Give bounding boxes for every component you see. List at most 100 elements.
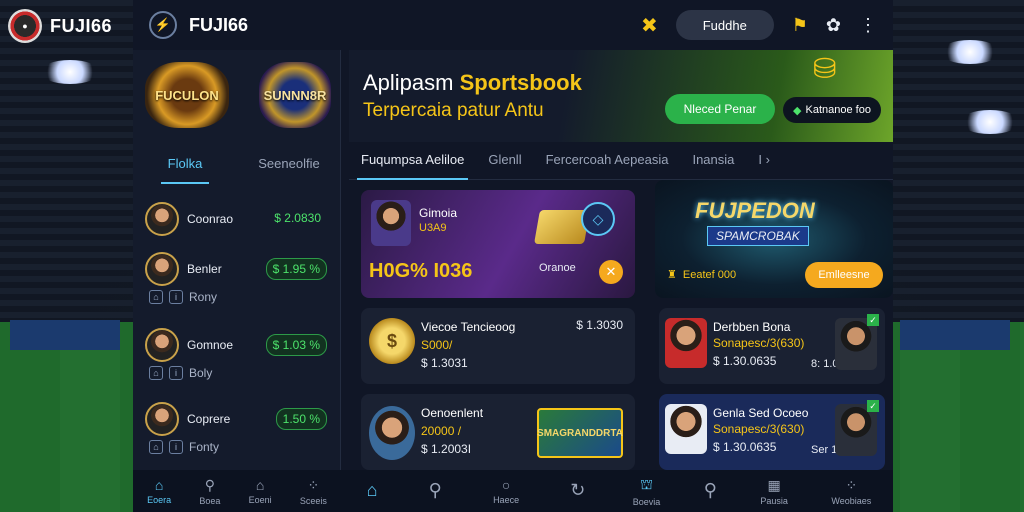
outer-brand: ● FUJI66 bbox=[8, 8, 133, 44]
bettor-row[interactable]: Coprere 1.50 % ⌂ i Fonty bbox=[143, 400, 333, 468]
grid-icon: ⁘ bbox=[307, 476, 320, 493]
nav-item[interactable]: ↻ bbox=[570, 480, 585, 503]
odds-card[interactable]: Genla Sed Ocoeo Sonapesc/3(630) $ 1.30.0… bbox=[659, 394, 885, 470]
tab-left-1[interactable]: Seeneolfie bbox=[237, 146, 341, 186]
nav-item[interactable]: ⚲ bbox=[704, 480, 717, 503]
bottom-nav: ⌂ Eoera ⚲ Boea ⌂ Eoeni ⁘ Sceeis ⌂ ⚲ ○ Haece ↻… bbox=[133, 470, 893, 512]
avatar bbox=[145, 328, 179, 362]
flag-icon[interactable]: ⚑ bbox=[792, 15, 808, 36]
feature-card[interactable]: FUJPEDON SPAMCROBAK ♜ Eeatef 000 Emllees… bbox=[655, 180, 893, 298]
bet-sub: $ 1.3031 bbox=[421, 356, 468, 370]
hero-secondary-button[interactable]: ◆ Katnanoe foo bbox=[783, 97, 881, 123]
nav-item[interactable]: ⛫ Boevia bbox=[633, 476, 661, 507]
bettor-sub: ⌂ i Boly bbox=[149, 366, 212, 380]
more-icon[interactable]: ⋮ bbox=[859, 15, 877, 36]
bet-odds: 20000 / bbox=[421, 424, 462, 438]
promo-card[interactable]: Gimoia U3A9 H0G% I036 ◇ Oranoe ✕ bbox=[361, 190, 635, 298]
bettor-sub: ⌂ i Fonty bbox=[149, 440, 219, 454]
leaf-icon: ◆ bbox=[793, 104, 802, 117]
home-icon: ⌂ bbox=[366, 479, 378, 500]
bet-amount: $ 1.3030 bbox=[576, 318, 623, 332]
bottom-nav-center: ⌂ ⚲ ○ Haece ↻ bbox=[341, 470, 611, 512]
tab-main-2[interactable]: Fercercoah Aepeasia bbox=[534, 142, 681, 180]
app-logo-icon[interactable]: ⚡ bbox=[149, 11, 177, 39]
badge-one[interactable]: FUCULON bbox=[145, 62, 229, 128]
app-brand: FUJI66 bbox=[189, 14, 249, 35]
nav-item[interactable]: ⌂ Eoeni bbox=[249, 477, 272, 505]
nav-item[interactable]: ○ Haece bbox=[493, 477, 519, 505]
bet-sub: $ 1.2003I bbox=[421, 442, 472, 456]
close-icon[interactable]: ✕ bbox=[599, 260, 623, 284]
info-icon: i bbox=[169, 290, 183, 304]
feature-label-text: Eeatef 000 bbox=[682, 268, 737, 281]
bet-odds: S000/ bbox=[421, 338, 453, 352]
info-icon: i bbox=[169, 440, 183, 454]
tools-icon[interactable]: ✖ bbox=[641, 13, 658, 38]
tab-main-0[interactable]: Fuqumpsa Aeliloe bbox=[349, 142, 476, 180]
hero-title-gold: Sportsbook bbox=[459, 70, 582, 95]
hero-title: Aplipasm Sportsbook bbox=[363, 70, 582, 96]
odds-card[interactable]: Derbben Bona Sonapesc/3(630) $ 1.30.0635… bbox=[659, 308, 885, 384]
bet-ticket: SMAGRANDDRTA bbox=[537, 408, 623, 458]
nav-label: Weobiaes bbox=[831, 495, 872, 506]
bettor-sub-label: Fonty bbox=[189, 440, 220, 454]
bettor-sub-label: Rony bbox=[189, 290, 218, 304]
info-icon: i bbox=[169, 366, 183, 380]
left-panel: FUCULON SUNNN8R Flolka Seeneolfie Coonra… bbox=[133, 50, 341, 470]
check-icon: ✓ bbox=[867, 314, 879, 326]
bettor-amount: $ 1.95 % bbox=[265, 258, 327, 280]
hero-title-plain: Aplipasm bbox=[363, 70, 460, 95]
bettor-row[interactable]: Benler $ 1.95 % ⌂ i Rony bbox=[143, 250, 333, 318]
tab-main-3[interactable]: Inansia bbox=[680, 142, 746, 180]
gem-icon: ◇ bbox=[581, 202, 615, 236]
nav-item[interactable]: ⚲ bbox=[429, 480, 442, 503]
refresh-icon: ↻ bbox=[570, 479, 586, 500]
nav-item[interactable]: ⁘ Sceeis bbox=[300, 477, 327, 506]
nav-item[interactable]: ⁘ Weobiaes bbox=[831, 477, 871, 506]
bettor-amount: 1.50 % bbox=[275, 408, 327, 430]
tab-main-1[interactable]: Glenll bbox=[476, 142, 533, 180]
hero-primary-button[interactable]: Nleced Penar bbox=[665, 94, 775, 124]
avatar bbox=[665, 318, 707, 368]
hero-subtitle: Terpercaia patur Antu bbox=[363, 100, 544, 121]
tab-main-4[interactable]: I › bbox=[746, 142, 782, 180]
grid-icon: ▦ bbox=[767, 476, 781, 493]
avatar bbox=[145, 252, 179, 286]
nav-item[interactable]: ⚲ Boea bbox=[199, 477, 220, 506]
promo-name: Gimoia bbox=[419, 206, 458, 220]
feature-subtitle: SPAMCROBAK bbox=[707, 226, 809, 246]
nav-item[interactable]: ⌂ Eoera bbox=[147, 477, 171, 505]
nav-label: Boevia bbox=[632, 496, 661, 507]
chat-icon: ○ bbox=[501, 477, 511, 493]
main-tabs: Fuqumpsa Aeliloe Glenll Fercercoah Aepea… bbox=[349, 142, 893, 180]
bet-card[interactable]: Oenoenlent 20000 / $ 1.2003I SMAGRANDDRT… bbox=[361, 394, 635, 470]
tab-left-0[interactable]: Flolka bbox=[133, 146, 237, 186]
bettor-row[interactable]: Gomnoe $ 1.03 % ⌂ i Boly bbox=[143, 326, 333, 394]
search-icon: ⚲ bbox=[428, 479, 442, 500]
settings-icon[interactable]: ✿ bbox=[826, 15, 841, 36]
bet-title: Oenoenlent bbox=[421, 406, 484, 420]
user-icon: ⌂ bbox=[149, 440, 163, 454]
bottom-nav-right: ⛫ Boevia ⚲ ▦ Pausia ⁘ Weobiaes bbox=[611, 470, 893, 512]
home-icon: ⌂ bbox=[255, 477, 265, 493]
avatar bbox=[371, 200, 411, 246]
app-header: ⚡ FUJI66 ✖ Fuddhe ⚑ ✿ ⋮ bbox=[133, 0, 893, 50]
header-pill-button[interactable]: Fuddhe bbox=[675, 10, 774, 40]
odds-title: Derbben Bona bbox=[713, 320, 791, 334]
nav-item[interactable]: ⌂ bbox=[367, 480, 378, 503]
odds-sub: Sonapesc/3(630) bbox=[713, 336, 805, 350]
gift-icon: ⛫ bbox=[640, 475, 653, 492]
bettor-amount: $ 2.0830 bbox=[274, 211, 321, 225]
bettor-sub: ⌂ i Rony bbox=[149, 290, 217, 304]
floodlight bbox=[940, 40, 1000, 64]
ad-board bbox=[10, 320, 120, 350]
badge-row: FUCULON SUNNN8R bbox=[133, 50, 341, 142]
floodlight bbox=[960, 110, 1020, 134]
grid-icon: ⁘ bbox=[845, 476, 858, 493]
feature-button[interactable]: Emlleesne bbox=[805, 262, 883, 288]
coin-stack-icon: ⛁ bbox=[813, 53, 837, 84]
badge-two[interactable]: SUNNN8R bbox=[259, 62, 331, 128]
bet-card[interactable]: $ Viecoe Tencieoog $ 1.3030 S000/ $ 1.30… bbox=[361, 308, 635, 384]
nav-item[interactable]: ▦ Pausia bbox=[760, 477, 788, 506]
bettor-name: Coonrao bbox=[187, 212, 234, 226]
